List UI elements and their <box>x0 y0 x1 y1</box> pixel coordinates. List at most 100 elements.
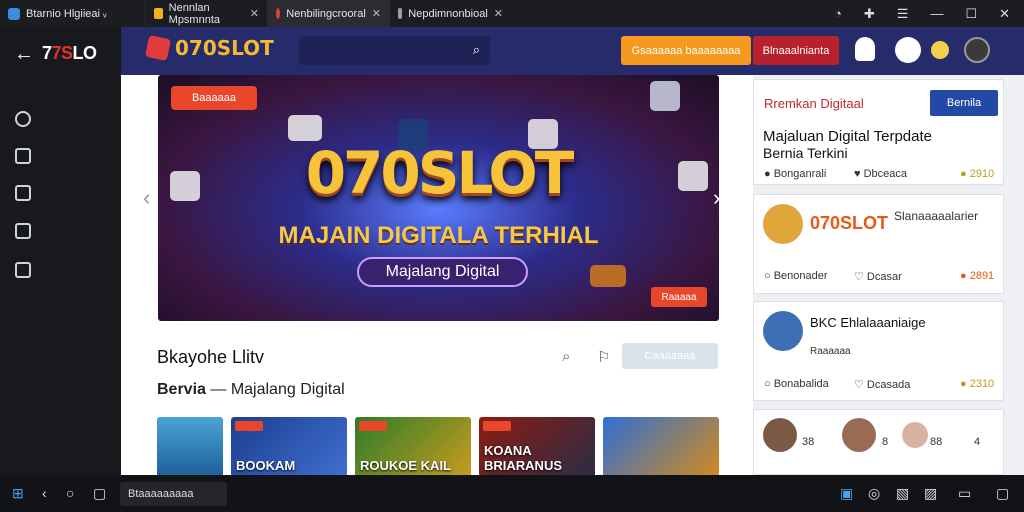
game-thumbnail[interactable] <box>603 417 719 477</box>
lock-icon <box>398 8 403 19</box>
thumbnail-label: KOANA BRIARANUS <box>484 443 562 473</box>
stat-item: ● 2910 <box>960 168 995 180</box>
stat-item: ● 2891 <box>960 270 995 282</box>
stat-value: 2891 <box>969 270 995 282</box>
game-thumbnail[interactable]: ROUKOE KAIL <box>355 417 471 477</box>
volume-icon[interactable]: ▧ <box>896 485 909 502</box>
hero-banner[interactable]: Baaaaaa 070SLOT MAJAIN DIGITALA TERHIAL … <box>158 75 719 321</box>
banner-pill-button[interactable]: Majalang Digital <box>357 257 528 287</box>
section-subtitle-bold: Bervia <box>157 381 206 398</box>
lock-icon <box>154 8 163 19</box>
players-card[interactable]: 38 8 88 4 <box>753 409 1004 475</box>
stat-item: ● 2310 <box>960 378 995 390</box>
close-tab-icon[interactable]: ✕ <box>372 7 381 20</box>
search-icon[interactable]: ⌕ <box>473 42 480 58</box>
profile-icon[interactable]: ◔ <box>834 6 842 22</box>
close-tab-icon[interactable]: ✕ <box>250 7 259 20</box>
stat-label: Dbceaca <box>863 168 908 180</box>
card-title: BKC Ehlalaaaniaige <box>810 315 926 330</box>
close-window-icon[interactable]: ✕ <box>999 6 1010 22</box>
browser-tab-1[interactable]: Nennlan Mpsmnnta ✕ <box>145 0 267 27</box>
home-icon[interactable]: ○ <box>66 485 74 501</box>
tab-label: Nepdimnonbioal <box>408 7 488 20</box>
promo-card[interactable]: Rremkan Digitaal Bernila Majaluan Digita… <box>753 79 1004 185</box>
primary-header-button[interactable]: Gsaaaaaa baaaaaaaa <box>621 36 751 65</box>
app-tray-icon[interactable]: ▣ <box>840 485 853 502</box>
puzzle-icon[interactable] <box>15 111 31 127</box>
mascot-avatar[interactable] <box>895 37 921 63</box>
coin-icon[interactable] <box>931 41 949 59</box>
banner-subheadline: MAJAIN DIGITALA TERHIAL <box>278 222 599 249</box>
brand-part: 7S <box>51 43 74 63</box>
tab-label: Nennlan Mpsmnnta <box>168 1 221 26</box>
stat-item: ♡ Dcasada <box>854 379 911 391</box>
banner-chip[interactable]: Baaaaaa <box>171 86 257 110</box>
close-tab-icon[interactable]: ✕ <box>494 7 503 20</box>
minimize-icon[interactable]: — <box>930 6 943 22</box>
player-avatar[interactable] <box>842 418 876 452</box>
menu-icon[interactable]: ☰ <box>897 6 909 22</box>
thumbnail-tag <box>483 421 511 431</box>
banner-corner-button[interactable]: Raaaaa <box>651 287 707 307</box>
thumbnail-tag <box>235 421 263 431</box>
browser-tab-3[interactable]: Nepdimnonbioal ✕ <box>389 0 511 27</box>
browser-tab-2[interactable]: Nenbilingcrooral ✕ <box>267 0 389 27</box>
player-avatar[interactable] <box>763 418 797 452</box>
character-icon[interactable] <box>855 37 875 61</box>
search-icon[interactable]: ⌕ <box>562 348 570 365</box>
promo-card[interactable]: 070SLOT Slanaaaaalarier ○ Benonader ♡ Dc… <box>753 194 1004 294</box>
stat-item: ○ Benonader <box>764 270 828 282</box>
card-button[interactable]: Bernila <box>930 90 998 116</box>
card-title: 070SLOT <box>810 213 889 233</box>
site-logo[interactable]: 070SLOT <box>144 34 274 62</box>
section-action-button[interactable]: Caaaaaaa <box>622 343 718 369</box>
back-icon[interactable]: ‹ <box>42 485 47 501</box>
right-panel: Rremkan Digitaal Bernila Majaluan Digita… <box>753 75 1024 475</box>
card-subheading: Bernia Terkini <box>763 145 848 161</box>
stat-label: Dcasada <box>866 379 911 391</box>
favicon-icon <box>276 8 281 19</box>
battery-icon[interactable]: ▨ <box>924 485 937 502</box>
app-title-label: Btarnio Hlgiieai ᵥ <box>26 7 107 20</box>
dice-logo-icon <box>144 34 172 62</box>
card-icon[interactable] <box>15 223 31 239</box>
stat-label: Bonabalida <box>773 378 829 390</box>
calendar-icon[interactable] <box>15 185 31 201</box>
inbox-icon[interactable] <box>15 148 31 164</box>
thumbnail-label: BOOKAM <box>236 458 296 473</box>
avatar <box>763 204 803 244</box>
network-icon[interactable]: ◎ <box>868 485 880 502</box>
recent-apps-icon[interactable]: ▢ <box>93 485 106 502</box>
stat-label: Dcasar <box>866 271 902 283</box>
search-input[interactable]: ⌕ <box>299 36 490 65</box>
back-arrow-icon[interactable]: ← <box>14 43 34 66</box>
carousel-prev-icon[interactable]: ‹ <box>143 185 150 211</box>
start-icon[interactable]: ⊞ <box>12 485 24 502</box>
player-avatar[interactable] <box>902 422 928 448</box>
maximize-icon[interactable]: ☐ <box>965 6 977 22</box>
card-headline: Slanaaaaalarier <box>894 209 979 223</box>
stat-item: ○ Bonabalida <box>764 378 829 390</box>
site-header: 070SLOT ⌕ Gsaaaaaa baaaaaaaa Blnaaalnian… <box>121 27 1024 75</box>
dice-decoration <box>288 115 322 141</box>
app-icon <box>8 7 20 20</box>
bookmark-icon[interactable]: ⚐ <box>597 348 610 366</box>
sidebar-brand[interactable]: 77SLO <box>42 43 97 64</box>
keyboard-icon[interactable]: ▭ <box>958 485 971 502</box>
carousel-next-icon[interactable]: › <box>713 185 720 211</box>
app-title: Btarnio Hlgiieai ᵥ <box>0 7 145 20</box>
game-thumbnail[interactable]: BOOKAM <box>231 417 347 477</box>
window-titlebar: Btarnio Hlgiieai ᵥ Nennlan Mpsmnnta ✕ Ne… <box>0 0 1024 27</box>
image-icon[interactable] <box>15 262 31 278</box>
section-title: Bkayohe Llitv <box>157 347 264 368</box>
user-avatar[interactable] <box>964 37 990 63</box>
promo-card[interactable]: BKC Ehlalaaaniaige Raaaaaa ○ Bonabalida … <box>753 301 1004 401</box>
secondary-header-button[interactable]: Blnaaalnianta <box>753 36 839 65</box>
player-count: 8 <box>882 436 889 448</box>
game-thumbnail[interactable] <box>157 417 223 477</box>
game-thumbnail[interactable]: KOANA BRIARANUS <box>479 417 595 477</box>
taskbar: ⊞ ‹ ○ ▢ Btaaaaaaaaa ▣ ◎ ▧ ▨ ▭ ▢ <box>0 475 1024 512</box>
notification-icon[interactable]: ▢ <box>996 485 1009 502</box>
extension-icon[interactable]: ✚ <box>864 6 875 22</box>
taskbar-search-field[interactable]: Btaaaaaaaaa <box>120 482 227 506</box>
